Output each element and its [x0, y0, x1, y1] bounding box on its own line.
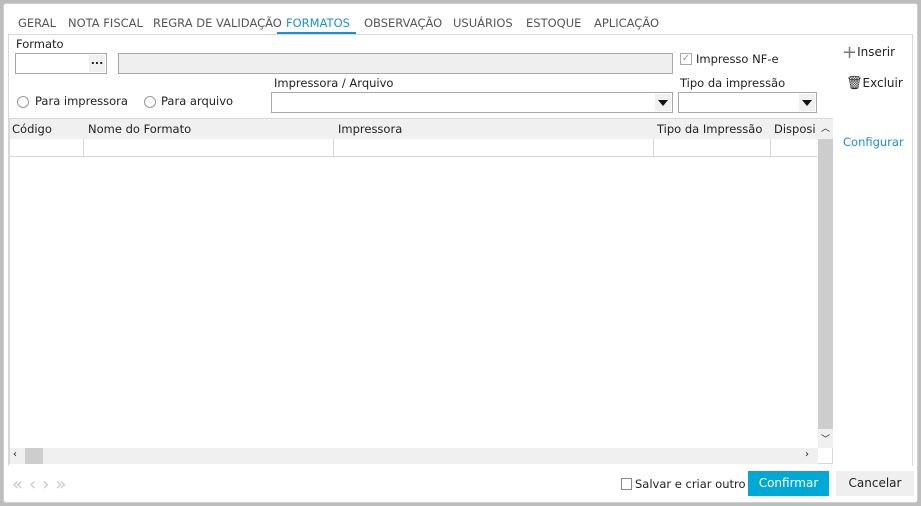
tab-estoque[interactable]: ESTOQUE	[526, 16, 581, 30]
last-record-icon[interactable]: »	[55, 474, 72, 495]
salvar-criar-outro-label: Salvar e criar outro	[635, 477, 746, 491]
radio-para-arquivo-label: Para arquivo	[161, 94, 234, 108]
cell-divider	[83, 139, 84, 157]
trash-icon: 🗑	[846, 76, 863, 91]
radio-para-impressora[interactable]	[17, 96, 29, 108]
tab-formatos[interactable]: FORMATOS	[286, 16, 350, 30]
tab-aplicacao[interactable]: APLICAÇÃO	[594, 16, 659, 30]
tab-usuarios[interactable]: USUÁRIOS	[453, 16, 513, 30]
excluir-button[interactable]: 🗑Excluir	[846, 76, 903, 91]
cancelar-button[interactable]: Cancelar	[836, 471, 914, 496]
column-nome-formato[interactable]: Nome do Formato	[88, 122, 191, 136]
next-record-icon[interactable]: ›	[42, 474, 55, 495]
scrollbar-thumb[interactable]	[818, 139, 833, 429]
inserir-button[interactable]: +Inserir	[842, 42, 895, 63]
scroll-left-icon[interactable]: ‹	[13, 449, 17, 460]
formato-description-field	[118, 53, 673, 74]
tab-observacao[interactable]: OBSERVAÇÃO	[364, 16, 442, 30]
browse-button[interactable]: ...	[89, 55, 105, 72]
scroll-up-icon[interactable]: ︿	[821, 121, 830, 134]
plus-icon: +	[842, 42, 858, 63]
chevron-down-icon	[655, 94, 671, 111]
tab-nota-fiscal[interactable]: NOTA FISCAL	[68, 16, 143, 30]
impressora-arquivo-dropdown[interactable]	[271, 92, 673, 113]
cell-divider	[653, 139, 654, 157]
configurar-link[interactable]: Configurar	[843, 135, 904, 149]
tab-regra-validacao[interactable]: REGRA DE VALIDAÇÃO	[153, 16, 282, 30]
formato-label: Formato	[16, 37, 64, 51]
scroll-down-icon[interactable]: ﹀	[821, 432, 830, 445]
column-codigo[interactable]: Código	[12, 122, 52, 136]
radio-para-impressora-label: Para impressora	[35, 94, 128, 108]
scroll-right-icon[interactable]: ›	[805, 449, 809, 460]
record-navigation: «‹›»	[12, 474, 72, 495]
confirmar-button[interactable]: Confirmar	[748, 471, 829, 496]
column-tipo-impressao[interactable]: Tipo da Impressão	[657, 122, 762, 136]
salvar-criar-outro-checkbox[interactable]	[621, 478, 632, 490]
formatos-grid: Código Nome do Formato Impressora Tipo d…	[9, 118, 833, 464]
first-record-icon[interactable]: «	[12, 474, 29, 495]
tab-geral[interactable]: GERAL	[18, 16, 56, 30]
chevron-down-icon	[799, 94, 815, 111]
tipo-impressao-dropdown[interactable]	[678, 92, 817, 113]
vertical-scrollbar[interactable]: ︿ ﹀	[818, 119, 833, 448]
row-divider	[10, 156, 818, 157]
formato-input[interactable]: ...	[15, 53, 107, 74]
column-impressora[interactable]: Impressora	[338, 122, 402, 136]
grid-header: Código Nome do Formato Impressora Tipo d…	[10, 119, 818, 139]
impresso-nfe-checkbox[interactable]: ✓	[680, 53, 692, 65]
column-disposicao[interactable]: Disposi	[774, 122, 816, 136]
radio-para-arquivo[interactable]	[144, 96, 156, 108]
scrollbar-thumb[interactable]	[25, 448, 43, 464]
cell-divider	[333, 139, 334, 157]
impressora-arquivo-label: Impressora / Arquivo	[274, 76, 394, 90]
horizontal-scrollbar[interactable]: ‹ ›	[10, 448, 818, 464]
tipo-impressao-label: Tipo da impressão	[680, 76, 786, 90]
dialog-window: GERAL NOTA FISCAL REGRA DE VALIDAÇÃO FOR…	[3, 3, 918, 503]
previous-record-icon[interactable]: ‹	[29, 474, 42, 495]
cell-divider	[770, 139, 771, 157]
impresso-nfe-label: Impresso NF-e	[696, 52, 779, 66]
